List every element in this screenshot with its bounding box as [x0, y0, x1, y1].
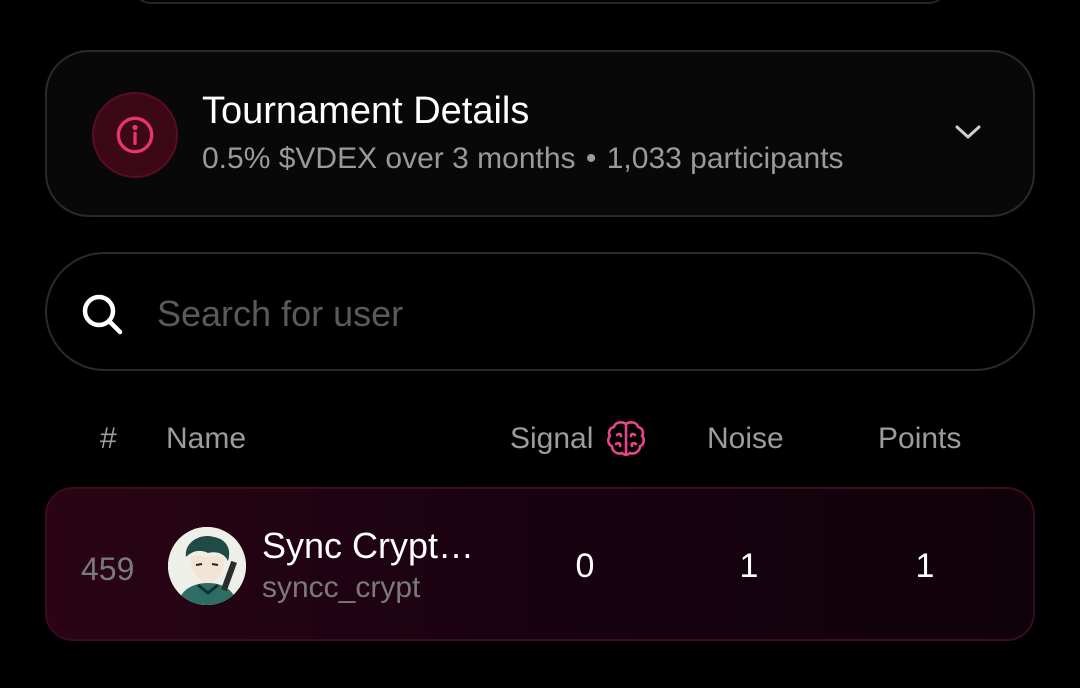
chevron-down-icon[interactable]	[953, 122, 983, 142]
search-box[interactable]	[45, 252, 1035, 371]
brain-icon	[607, 421, 646, 456]
row-username: syncc_crypt	[262, 571, 421, 604]
prize-text: 0.5% $VDEX over 3 months	[202, 142, 576, 175]
subtitle-separator: •	[585, 142, 597, 175]
column-header-rank: #	[100, 422, 117, 455]
info-badge	[92, 92, 178, 178]
search-input[interactable]	[155, 284, 979, 344]
tournament-details-title: Tournament Details	[202, 90, 530, 132]
previous-card-edge	[130, 0, 950, 4]
tournament-details-card[interactable]: Tournament Details 0.5% $VDEX over 3 mon…	[45, 50, 1035, 217]
info-icon	[116, 116, 154, 154]
search-icon	[82, 294, 123, 335]
row-points-value: 1	[915, 547, 935, 585]
row-display-name: Sync Crypt…	[262, 525, 475, 566]
column-header-noise[interactable]: Noise	[707, 422, 784, 456]
signal-header-label: Signal	[510, 422, 594, 455]
row-noise-value: 1	[739, 547, 759, 585]
column-header-signal[interactable]: Signal	[510, 418, 647, 460]
column-header-name[interactable]: Name	[166, 422, 246, 456]
participants-text: 1,033 participants	[606, 142, 844, 175]
avatar	[168, 527, 246, 605]
row-signal-value: 0	[575, 547, 595, 585]
row-rank: 459	[81, 551, 135, 587]
tournament-details-subtitle: 0.5% $VDEX over 3 months • 1,033 partici…	[202, 142, 844, 176]
leaderboard-row-current-user[interactable]: 459 Sync Crypt… syncc_crypt 0 1 1	[45, 487, 1035, 641]
column-header-points[interactable]: Points	[878, 422, 961, 456]
